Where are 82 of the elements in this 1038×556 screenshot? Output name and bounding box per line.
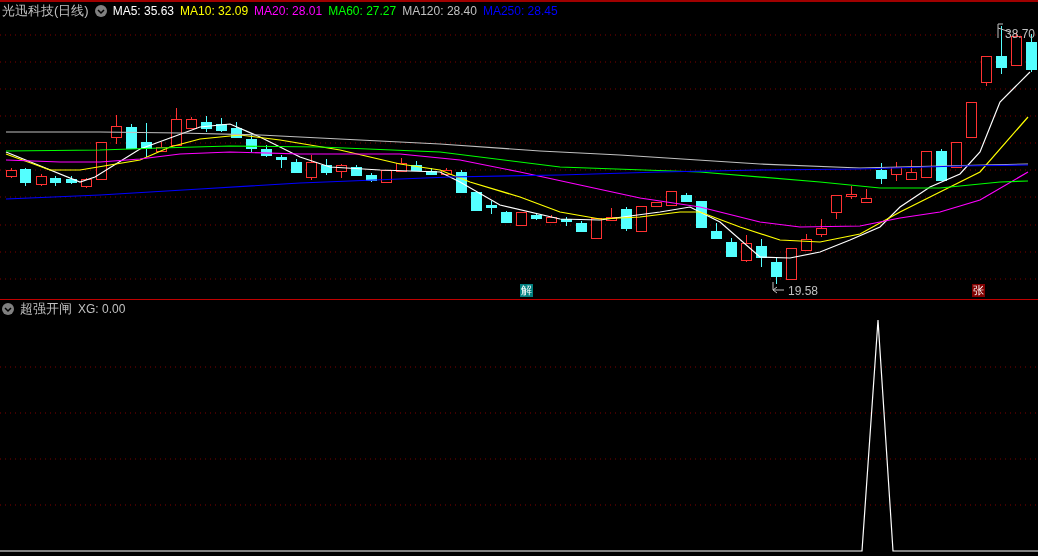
candlestick [786,247,797,280]
candlestick [216,117,227,133]
dropdown-icon[interactable] [2,303,14,315]
candlestick [306,154,317,181]
candlestick [276,154,287,169]
candlestick [171,107,182,146]
candlestick [966,101,977,138]
candlestick [621,206,632,232]
candlestick [66,175,77,185]
candlestick [861,188,872,204]
signal-marker: 张 [972,284,985,297]
candlestick [486,200,497,215]
candlestick [201,115,212,133]
candlestick [336,163,347,179]
candlestick [666,190,677,206]
low-price-label: 19.58 [788,284,819,298]
candlestick [696,200,707,228]
ma-indicator-label: MA250: 28.45 [482,4,558,18]
indicator-readout: XG: 0.00 [78,302,126,316]
candlestick [831,194,842,220]
candlestick [771,257,782,285]
candlestick [951,141,962,168]
ma-indicator-label: MA20: 28.01 [254,4,323,18]
candlestick [231,121,242,138]
candlestick [81,177,92,189]
signal-marker: 解 [520,284,533,297]
candlestick [291,158,302,174]
candlestick [531,213,542,221]
candlestick [681,192,692,203]
candlestick [381,169,392,183]
candlestick [441,167,452,175]
candlestick [816,218,827,238]
candlestick [111,114,122,145]
candlestick [561,216,572,227]
candlestick [186,116,197,129]
candlestick [651,201,662,207]
candlestick [846,185,857,200]
stock-title: 光迅科技(日线) [2,2,89,20]
candlestick [756,238,767,268]
candlestick [426,167,437,176]
candlestick [981,55,992,87]
arrow-icon [772,281,785,294]
candlestick [366,172,377,183]
candlestick [261,144,272,158]
candlestick [906,159,917,180]
candlestick [396,157,407,172]
indicator-title: 超强开闸 [20,300,72,318]
candlestick [516,211,527,226]
candlestick [246,134,257,153]
ma-indicator-label: MA60: 27.27 [328,4,397,18]
candlestick [20,167,31,187]
candlestick [141,122,152,158]
candlestick [156,141,167,153]
candlestick [6,167,17,179]
candlestick [996,25,1007,75]
candlestick [501,210,512,223]
ma-indicator-label: MA5: 35.63 [112,4,175,18]
dropdown-icon[interactable] [94,5,107,17]
candlestick [471,191,482,211]
ma-indicator-label: MA10: 32.09 [180,4,249,18]
candlestick [321,158,332,176]
candlestick [741,234,752,263]
candlestick [936,148,947,181]
candlestick [50,175,61,187]
candlestick [801,233,812,252]
candlestick [411,160,422,172]
candlestick [606,207,617,222]
candlestick [351,164,362,176]
candlestick [456,169,467,193]
candlestick [96,141,107,180]
candlestick [921,150,932,178]
candlestick [126,123,137,149]
candlestick [576,220,587,232]
candlestick [891,161,902,182]
candlestick [636,205,647,232]
candlestick [711,222,722,240]
candlestick [36,173,47,187]
ma-indicator-label: MA120: 28.40 [402,4,477,18]
candlestick [546,214,557,223]
candlestick [726,237,737,257]
candlestick [591,217,602,239]
candlestick [876,162,887,185]
